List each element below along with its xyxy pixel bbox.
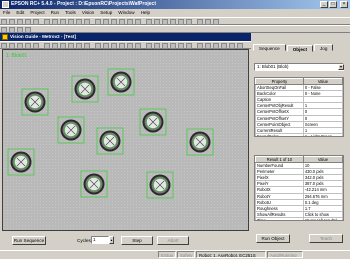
found-blob (186, 128, 214, 156)
menu-setup[interactable]: Setup (100, 9, 112, 17)
tab-jog[interactable]: Jog (314, 44, 334, 51)
vision-toolbar (0, 41, 251, 56)
run-object-button[interactable]: Run Object (256, 234, 290, 243)
minimize-button[interactable]: _ (320, 1, 328, 8)
abort-button[interactable]: Abort (157, 236, 189, 245)
app-titlebar: EPSON RC+ 5.4.0 - Project : D:\EpsonRC\P… (0, 0, 350, 9)
run-sequence-button[interactable]: Run Sequence (12, 236, 46, 245)
cycles-input[interactable]: 1 (91, 236, 109, 244)
found-blob (146, 171, 174, 199)
tab-sequence[interactable]: Sequence (253, 44, 286, 51)
menu-run[interactable]: Run (51, 9, 59, 17)
status-estop: EStop (158, 251, 176, 258)
menu-project[interactable]: Project (30, 9, 44, 17)
property-row[interactable]: FoundColor 1 - Light Green (255, 132, 343, 136)
cycles-label: Cycles: (77, 238, 93, 243)
app-icon (2, 1, 9, 8)
found-blob (80, 170, 108, 198)
maximize-button[interactable]: □ (329, 1, 337, 8)
menu-file[interactable]: File (3, 9, 10, 17)
image-label: 1: Blob01 (6, 53, 27, 59)
main-toolbar (0, 17, 350, 25)
vision-icon (2, 34, 8, 40)
menu-edit[interactable]: Edit (16, 9, 24, 17)
secondary-toolbar (0, 25, 350, 33)
status-robot: Robot: 1, AsyRobot, EC251S (196, 251, 266, 258)
menu-help[interactable]: Help (141, 9, 150, 17)
result-grid[interactable]: Result 1 of 10 Value NumberFound 10 Perimete… (254, 155, 344, 221)
property-name: FoundColor (255, 132, 304, 136)
teach-button[interactable]: Teach (309, 234, 343, 243)
close-button[interactable]: × (340, 1, 348, 8)
step-button[interactable]: Step (121, 236, 153, 245)
found-blob (57, 116, 85, 144)
status-mode: Auto/Running (267, 251, 303, 258)
found-blob (96, 127, 124, 155)
cycles-spinner[interactable]: ▲ (109, 236, 114, 244)
menu-vision[interactable]: Vision (82, 9, 94, 17)
object-select[interactable]: 1: Blob01 (Blob) (254, 63, 344, 71)
found-blob (107, 68, 135, 96)
property-grid[interactable]: Property Value AbortSeqOnFail 0 - False Back… (254, 77, 344, 137)
vision-guide-titlebar: Vision Guide - Metrov2 - [Test] (0, 33, 251, 41)
found-blob (71, 75, 99, 103)
panel-tabs: Sequence Object Jog (253, 44, 334, 52)
tab-object[interactable]: Object (286, 45, 313, 52)
blob-overlay: 1: Blob01 (6, 53, 214, 199)
menu-window[interactable]: Window (118, 9, 134, 17)
status-safety: Safety (177, 251, 195, 258)
result-name: Time (255, 216, 304, 220)
found-blob (139, 108, 167, 136)
result-value[interactable]: 15 ms (all results) (302, 216, 343, 220)
chevron-down-icon[interactable]: ▼ (338, 64, 344, 70)
object-panel: Sequence Object Jog 1: Blob01 (Blob) ▼ Pro… (252, 42, 348, 248)
property-value[interactable]: 1 - Light Green (302, 132, 343, 136)
menu-tools[interactable]: Tools (65, 9, 76, 17)
result-row[interactable]: Time 15 ms (all results) (255, 216, 343, 220)
camera-image[interactable]: 1: Blob01 (2, 49, 249, 231)
found-blob (21, 88, 49, 116)
menu-bar: File Edit Project Run Tools Vision Setup Window… (0, 9, 350, 17)
found-blob (7, 148, 35, 176)
